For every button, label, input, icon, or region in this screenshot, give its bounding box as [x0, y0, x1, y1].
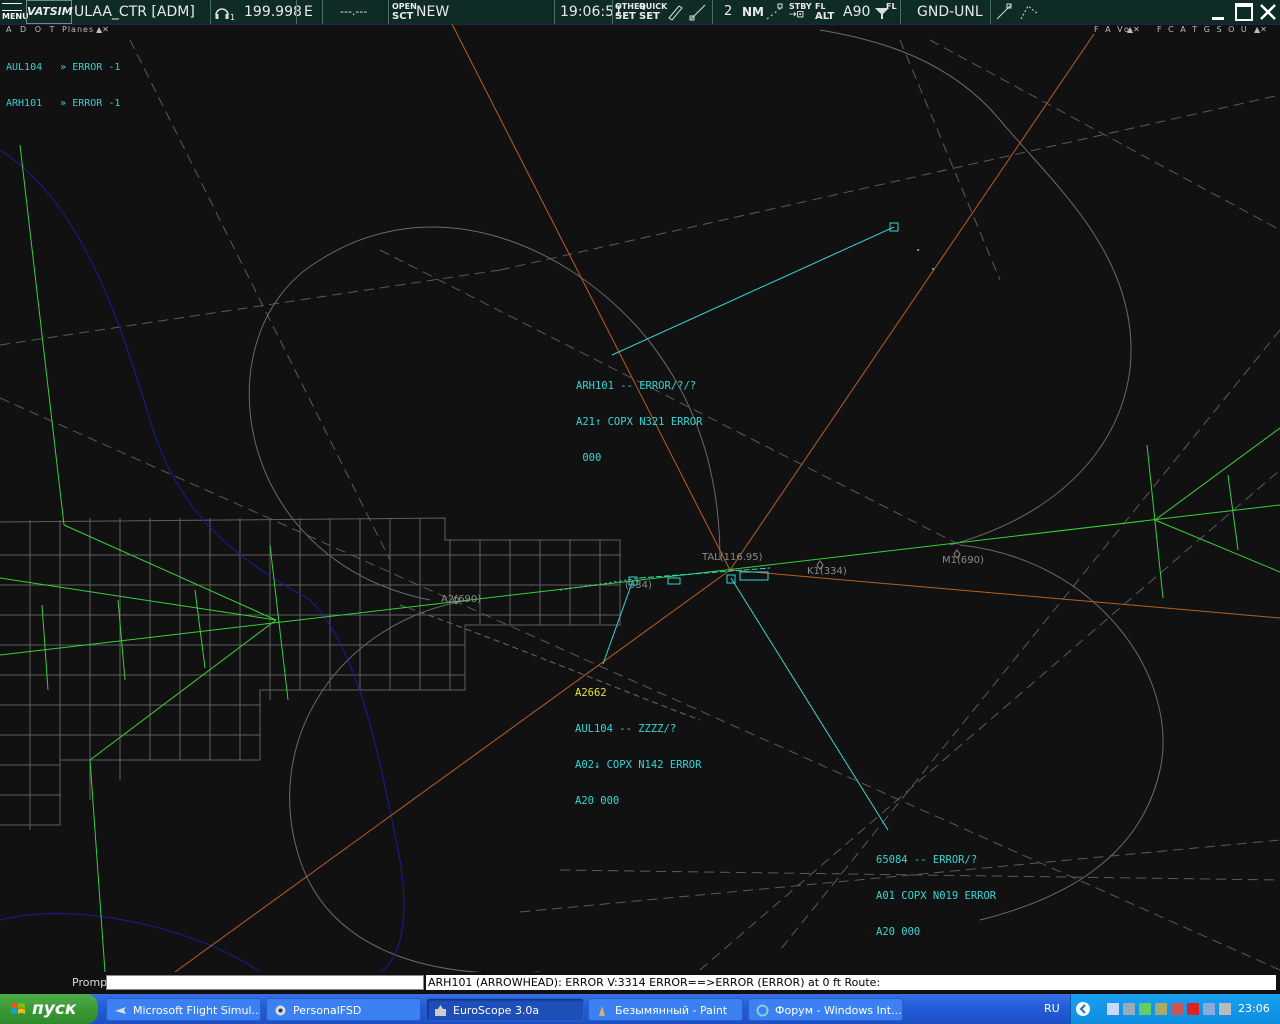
paint-icon	[599, 1006, 605, 1016]
start-button[interactable]: пуск	[0, 994, 98, 1024]
arrow-right-icon: ⇢⊡	[789, 10, 805, 20]
waypoint-label: K1(334)	[807, 566, 847, 577]
divider	[900, 0, 901, 24]
network-icon	[275, 1005, 286, 1016]
quick-set-button[interactable]: QUICK SET	[639, 2, 667, 26]
internet-explorer-icon	[756, 1004, 769, 1017]
divider	[210, 0, 211, 24]
message-line[interactable]: ARH101 » ERROR -1	[6, 98, 120, 110]
waypoint-label: TAL(116.95)	[702, 552, 763, 563]
divider	[612, 0, 613, 24]
primary-frequency[interactable]: 199.998	[244, 0, 302, 24]
fl-alt-toggle[interactable]: FL ALT	[815, 2, 834, 26]
taskbar-item-forum[interactable]: Форум - Windows Int...	[748, 998, 903, 1021]
airplane-icon	[115, 1007, 126, 1014]
target-label-arh101[interactable]: ARH101 -- ERROR/?/? A21↑ COPX N321 ERROR…	[576, 356, 702, 476]
atis-letter[interactable]: E	[304, 0, 313, 24]
range-value[interactable]: 2	[724, 0, 732, 24]
waypoint-label: M1(690)	[942, 555, 984, 566]
line-tool-icon[interactable]	[688, 0, 708, 24]
taskbar-item-paint[interactable]: Безымянный - Paint	[588, 998, 743, 1021]
taskbar-item-euroscope[interactable]: EuroScope 3.0a	[426, 998, 584, 1021]
minimize-button[interactable]	[1208, 2, 1228, 22]
waypoint-label: A2(690)	[441, 594, 482, 605]
divider	[990, 0, 991, 24]
divider	[712, 0, 713, 24]
target-label-65084[interactable]: 65084 -- ERROR/? A01 COPX N019 ERROR A20…	[876, 830, 996, 950]
tray-icons[interactable]	[1107, 1001, 1247, 1017]
fl-icon-label: FL	[886, 2, 897, 11]
headphones-icon[interactable]	[214, 0, 230, 24]
divider	[296, 0, 297, 24]
target-label-aul104[interactable]: A2662 AUL104 -- ZZZZ/? A02↓ COPX N142 ER…	[575, 663, 701, 819]
clock: 19:06:51	[560, 4, 623, 20]
pencil-icon[interactable]	[665, 0, 685, 24]
sector-status: NEW	[416, 4, 450, 20]
language-indicator[interactable]: RU	[1044, 1002, 1060, 1015]
message-line[interactable]: AUL104 » ERROR -1	[6, 62, 120, 74]
taskbar-clock: 23:06	[1238, 1002, 1270, 1015]
windows-logo-icon	[11, 1003, 25, 1014]
close-button[interactable]	[1258, 2, 1278, 22]
status-message: ARH101 (ARROWHEAD): ERROR V:3314 ERROR==…	[426, 975, 1276, 990]
vatsim-logo: VATSIM	[26, 0, 73, 24]
taskbar-item-flight-sim[interactable]: Microsoft Flight Simul...	[106, 998, 261, 1021]
waypoint-label: (334)	[625, 580, 652, 591]
minimize-icon	[1212, 17, 1224, 20]
tray-expand-icon[interactable]	[1075, 1001, 1091, 1017]
stby-button[interactable]: STBY ⇢⊡	[789, 2, 812, 26]
maximize-button[interactable]	[1234, 2, 1254, 22]
ruler-icon[interactable]	[994, 0, 1014, 24]
toolbar: MENU VATSIM ULAA_CTR [ADM] 1 199.998 E -…	[0, 0, 1280, 25]
taskbar-item-personalfsd[interactable]: PersonalFSD	[266, 998, 421, 1021]
dots-icon[interactable]	[764, 0, 786, 24]
command-input[interactable]	[106, 975, 424, 990]
divider	[554, 0, 555, 24]
nm-toggle[interactable]: NM	[742, 0, 764, 24]
route-tool-icon[interactable]	[1018, 0, 1040, 24]
atis-code[interactable]: ---.---	[340, 0, 367, 24]
maximize-icon	[1235, 3, 1253, 21]
open-sct-button[interactable]: OPEN SCT	[392, 2, 417, 26]
radar-scope[interactable]	[0, 24, 1280, 972]
message-list: AUL104 » ERROR -1 ARH101 » ERROR -1	[6, 38, 120, 122]
menu-icon	[2, 3, 22, 11]
altitude-filter[interactable]: A90	[843, 0, 870, 24]
controller-callsign[interactable]: ULAA_CTR [ADM]	[74, 0, 195, 24]
squawk-code: A2662	[575, 687, 607, 699]
radar-app-icon	[435, 1005, 446, 1016]
altitude-range[interactable]: GND-UNL	[917, 0, 983, 24]
close-icon	[1260, 4, 1276, 20]
divider	[322, 0, 323, 24]
divider	[388, 0, 389, 24]
